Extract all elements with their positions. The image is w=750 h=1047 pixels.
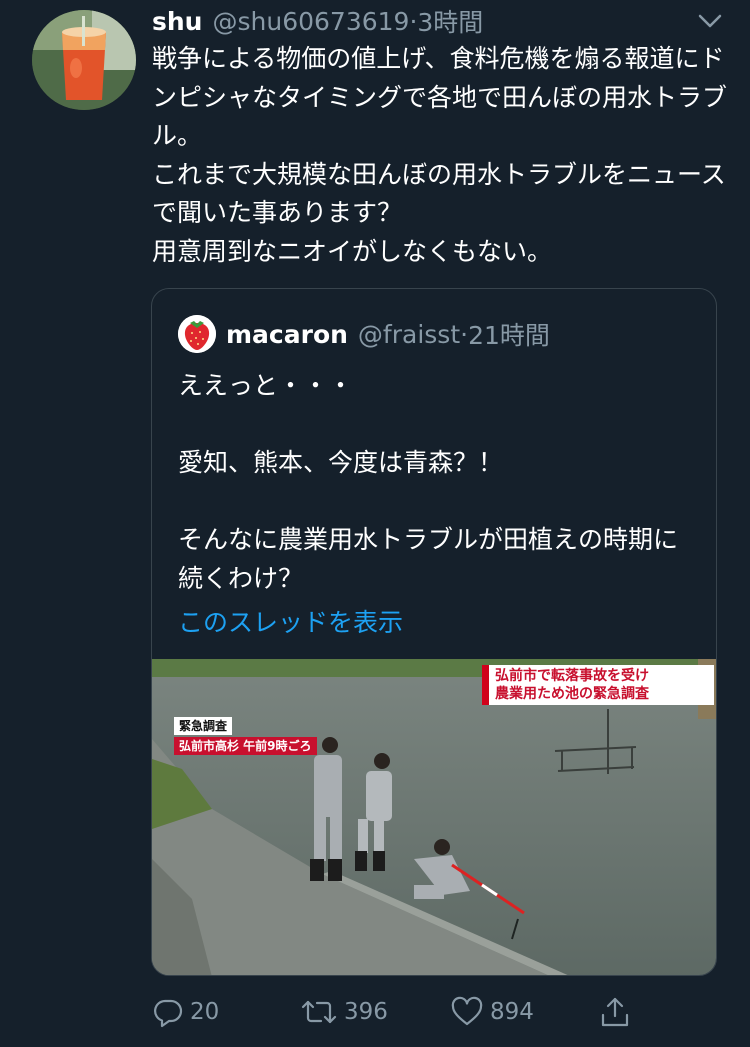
quoted-tweet-card[interactable]: macaron @fraisst · 21時間 ええっと・・・ 愛知、熊本、今度… [151, 288, 717, 976]
separator-dot: · [460, 319, 469, 349]
retweet-icon [301, 1000, 337, 1024]
like-button[interactable]: 894 [450, 990, 534, 1034]
share-button[interactable] [598, 990, 638, 1034]
avatar[interactable] [32, 10, 136, 110]
chevron-down-icon[interactable] [696, 10, 724, 32]
news-tag-location: 弘前市高杉 午前9時ごろ [174, 737, 317, 755]
quoted-timestamp[interactable]: 21時間 [468, 316, 550, 352]
news-caption-line1: 弘前市で転落事故を受け [495, 668, 649, 684]
news-photo[interactable]: 弘前市で転落事故を受け 農業用ため池の緊急調査 緊急調査 弘前市高杉 午前9時ご… [152, 659, 716, 975]
quoted-display-name[interactable]: macaron [226, 320, 348, 349]
quoted-tweet-text: ええっと・・・ 愛知、熊本、今度は青森？！ そんなに農業用水トラブルが田植えの時… [178, 371, 679, 593]
tweet-header: shu @shu60673619 · 3時間 [152, 4, 483, 38]
quoted-tweet-header: macaron @fraisst · 21時間 [226, 315, 550, 353]
reply-button[interactable]: 20 [152, 990, 219, 1034]
pond-scene-image [152, 659, 716, 975]
retweet-count: 396 [344, 999, 388, 1025]
tweet-actions: 20 396 894 [0, 990, 750, 1034]
reply-count: 20 [190, 999, 220, 1025]
display-name[interactable]: shu [152, 7, 202, 36]
news-tag-urgent: 緊急調査 [174, 717, 233, 735]
tweet-text: 戦争による物価の値上げ、食料危機を煽る報道にドンピシャなタイミングで各地で田んぼ… [152, 44, 728, 266]
like-count: 894 [490, 999, 534, 1025]
share-icon [601, 997, 629, 1027]
worker-standing-1 [310, 737, 342, 881]
show-thread-link[interactable]: このスレッドを表示 [178, 603, 403, 639]
reply-icon [154, 999, 183, 1028]
separator-dot: · [409, 6, 418, 36]
tweet-timestamp[interactable]: 3時間 [417, 3, 483, 39]
like-icon [451, 996, 483, 1026]
retweet-button[interactable]: 396 [300, 990, 388, 1034]
news-caption: 弘前市で転落事故を受け 農業用ため池の緊急調査 [482, 665, 714, 705]
strawberry-icon [178, 315, 216, 353]
quoted-user-handle[interactable]: @fraisst [358, 320, 460, 349]
news-caption-line2: 農業用ため池の緊急調査 [495, 686, 649, 702]
user-handle[interactable]: @shu60673619 [212, 7, 409, 36]
